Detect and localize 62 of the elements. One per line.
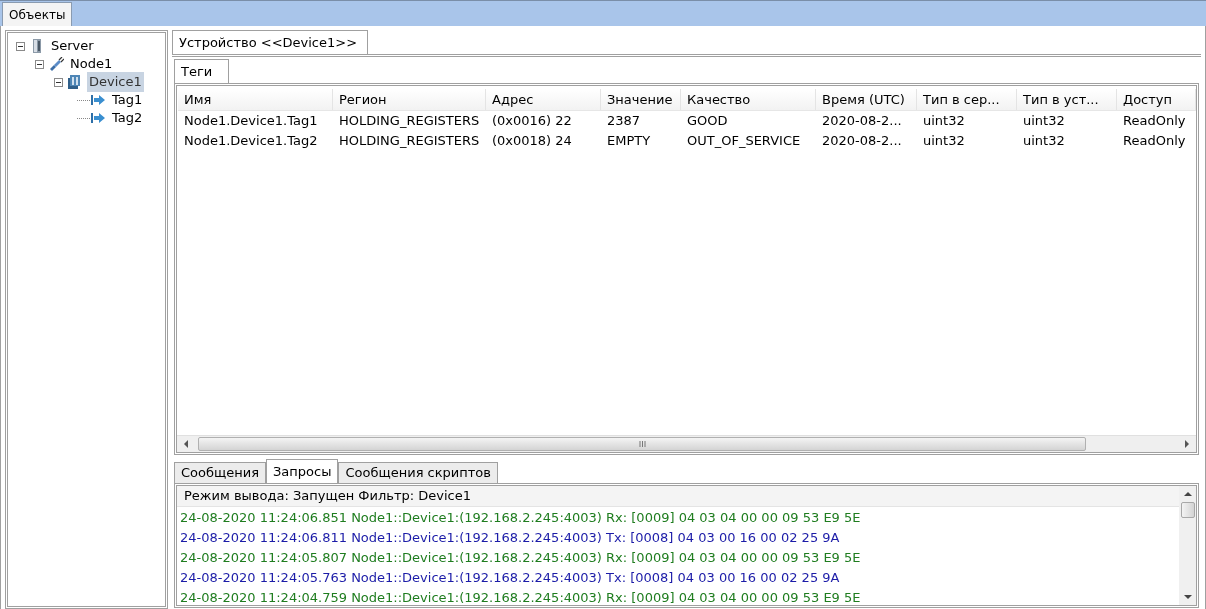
column-header[interactable]: Регион — [333, 89, 486, 110]
table-cell-text: GOOD — [686, 112, 729, 131]
tab[interactable]: Сообщения — [174, 462, 266, 483]
tab[interactable]: Устройство <<Device1>> — [172, 30, 369, 54]
table-cell-text: Node1.Device1.Tag1 — [183, 112, 319, 131]
table-cell-text: uint32 — [1022, 112, 1066, 131]
column-header[interactable]: Доступ — [1117, 89, 1196, 110]
table-cell-text: (0x0018) 24 — [491, 132, 573, 151]
column-header[interactable]: Значение — [601, 89, 681, 110]
table-cell-text: EMPTY — [606, 132, 652, 151]
tab[interactable]: Объекты — [2, 2, 73, 26]
table-cell-text: uint32 — [1022, 132, 1066, 151]
table-cell-text: 2387 — [606, 112, 642, 131]
table-cell-text: uint32 — [922, 112, 966, 131]
collapse-icon[interactable] — [54, 77, 63, 87]
table-cell-text: (0x0016) 22 — [491, 112, 573, 131]
column-header[interactable]: Имя — [178, 89, 333, 110]
grip-icon — [638, 441, 646, 447]
table-cell-text: 2020-08-2... — [821, 132, 903, 151]
log-line: 24-08-2020 11:24:04.759 Node1::Device1:(192.168.2.245:4003) Rx: [0009] 04 03 04 00 00 09 53 E9 5E — [180, 589, 861, 605]
tab[interactable]: Сообщения скриптов — [338, 462, 498, 483]
collapse-icon[interactable] — [35, 59, 44, 69]
tree-item[interactable]: Tag2 — [110, 108, 145, 128]
table-cell-text: Node1.Device1.Tag2 — [183, 132, 319, 151]
column-header[interactable]: Время (UTC) — [816, 89, 917, 110]
arrow-icon — [90, 111, 106, 125]
log-header: Режим вывода: Запущен Фильтр: Device1 — [184, 487, 471, 506]
log-line: 24-08-2020 11:24:05.763 Node1::Device1:(192.168.2.245:4003) Tx: [0008] 04 03 00 16 00 02 25 9A — [180, 569, 840, 588]
log-line: 24-08-2020 11:24:06.851 Node1::Device1:(192.168.2.245:4003) Rx: [0009] 04 03 04 00 00 09 53 E9 5E — [180, 509, 861, 528]
log-line: 24-08-2020 11:24:06.811 Node1::Device1:(192.168.2.245:4003) Tx: [0008] 04 03 00 16 00 02 25 9A — [180, 529, 840, 548]
plug-icon — [48, 57, 64, 71]
horizontal-scrollbar[interactable] — [177, 435, 1196, 452]
table-cell-text: HOLDING_REGISTERS — [338, 112, 481, 131]
arrow-icon — [90, 93, 106, 107]
tree-item[interactable]: Tag1 — [110, 90, 145, 110]
vertical-scrollbar[interactable] — [1179, 486, 1196, 605]
scroll-up-icon[interactable] — [1183, 491, 1192, 496]
log-line: 24-08-2020 11:24:05.807 Node1::Device1:(192.168.2.245:4003) Rx: [0009] 04 03 04 00 00 09 53 E9 5E — [180, 549, 861, 568]
scrollbar-thumb[interactable] — [1180, 502, 1195, 518]
table-cell-text: 2020-08-2... — [821, 112, 903, 131]
table-cell-text: ReadOnly — [1122, 112, 1187, 131]
column-header[interactable]: Тип в уст... — [1017, 89, 1117, 110]
tab[interactable]: Запросы — [266, 459, 339, 483]
scroll-right-icon[interactable] — [1184, 440, 1190, 448]
column-header[interactable]: Адрес — [486, 89, 601, 110]
tree-connector — [77, 99, 90, 101]
tree-item[interactable]: Node1 — [68, 54, 115, 74]
scroll-down-icon[interactable] — [1183, 595, 1192, 600]
table-cell-text: uint32 — [922, 132, 966, 151]
scrollbar-thumb[interactable] — [198, 437, 1086, 451]
tab[interactable]: Теги — [174, 59, 230, 83]
scroll-left-icon[interactable] — [183, 440, 189, 448]
table-cell-text: OUT_OF_SERVICE — [686, 132, 802, 151]
collapse-icon[interactable] — [16, 41, 25, 51]
column-header[interactable]: Тип в сер... — [917, 89, 1017, 110]
tree-item[interactable]: Server — [49, 36, 96, 56]
table-cell-text: ReadOnly — [1122, 132, 1187, 151]
tree-item[interactable]: Device1 — [87, 72, 144, 92]
column-header[interactable]: Качество — [681, 89, 816, 110]
table-cell-text: HOLDING_REGISTERS — [338, 132, 481, 151]
tree-connector — [77, 117, 90, 119]
device-icon — [67, 75, 83, 89]
